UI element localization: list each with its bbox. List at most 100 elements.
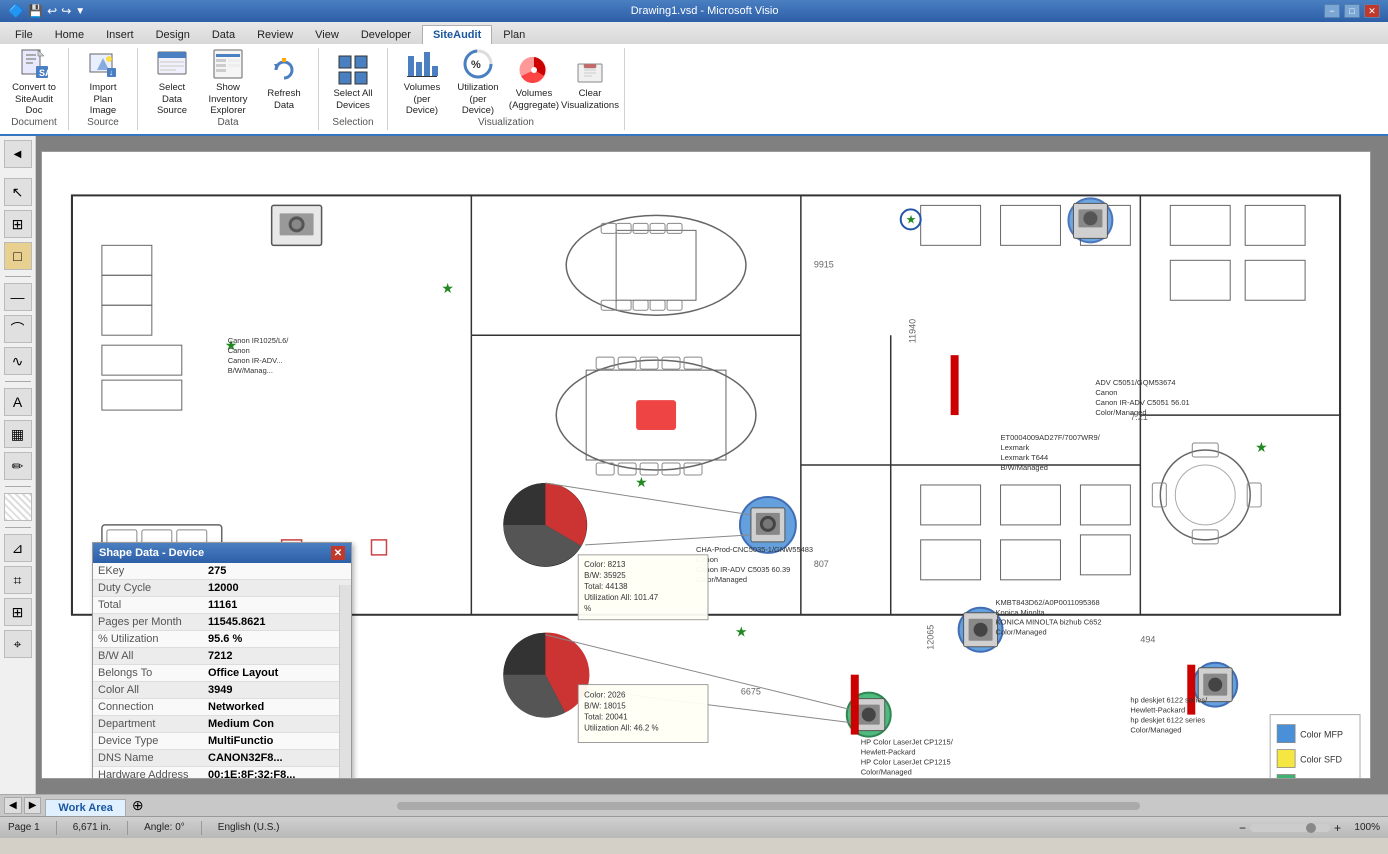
shape-data-value: 12000 bbox=[203, 580, 351, 597]
tab-scroll-left[interactable]: ◀ bbox=[4, 797, 22, 814]
drawing-area[interactable]: 11940 12065 9915 807 6675 494 7.21 bbox=[36, 136, 1388, 794]
utilization-button[interactable]: % Utilization(per Device) bbox=[452, 50, 504, 116]
import-label: ImportPlan Image bbox=[80, 82, 126, 116]
canvas[interactable]: 11940 12065 9915 807 6675 494 7.21 bbox=[41, 151, 1371, 779]
svg-text:Color/Managed: Color/Managed bbox=[1130, 726, 1181, 735]
shape-data-row: Hardware Address 00:1E:8F:32:F8... bbox=[93, 767, 351, 780]
clear-icon bbox=[574, 54, 606, 86]
tab-review[interactable]: Review bbox=[246, 25, 304, 44]
shape-data-row: EKey 275 bbox=[93, 563, 351, 580]
tool-pencil[interactable]: ✏ bbox=[4, 452, 32, 480]
tool-extra4[interactable]: ⌖ bbox=[4, 630, 32, 658]
tool-text[interactable]: A bbox=[4, 388, 32, 416]
svg-text:Lexmark: Lexmark bbox=[1001, 443, 1030, 452]
svg-text:Canon: Canon bbox=[228, 346, 250, 355]
qat-save[interactable]: 💾 bbox=[28, 4, 43, 18]
svg-text:B/W/Manag...: B/W/Manag... bbox=[228, 366, 273, 375]
tool-arc[interactable]: ⌒ bbox=[4, 315, 32, 343]
svg-text:Color: 2026: Color: 2026 bbox=[584, 691, 626, 700]
show-inventory-button[interactable]: Show InventoryExplorer bbox=[202, 50, 254, 116]
status-sep1 bbox=[56, 821, 57, 835]
tool-extra2[interactable]: ⌗ bbox=[4, 566, 32, 594]
shape-data-key: Total bbox=[93, 597, 203, 614]
qat-dropdown[interactable]: ▼ bbox=[75, 6, 85, 17]
maximize-button[interactable]: □ bbox=[1344, 4, 1360, 18]
page-tab-workarea[interactable]: Work Area bbox=[45, 799, 125, 816]
shape-data-value: 7212 bbox=[203, 648, 351, 665]
data-group-label: Data bbox=[217, 117, 238, 130]
convert-button[interactable]: SA Convert toSiteAudit Doc bbox=[8, 50, 60, 116]
shape-data-table: EKey 275 Duty Cycle 12000 Total 11161 bbox=[93, 563, 351, 779]
svg-text:6675: 6675 bbox=[741, 687, 761, 697]
tool-line[interactable]: — bbox=[4, 283, 32, 311]
svg-text:ET0004009AD27F/7007WR9/: ET0004009AD27F/7007WR9/ bbox=[1001, 433, 1101, 442]
close-button[interactable]: ✕ bbox=[1364, 4, 1380, 18]
tab-design[interactable]: Design bbox=[145, 25, 201, 44]
ribbon-group-document: SA Convert toSiteAudit Doc Document bbox=[0, 48, 69, 130]
svg-text:hp deskjet 6122 series: hp deskjet 6122 series bbox=[1130, 716, 1205, 725]
hscroll-track[interactable] bbox=[150, 795, 1388, 816]
tool-hatch[interactable] bbox=[4, 493, 32, 521]
svg-text:%: % bbox=[471, 59, 481, 71]
volumes-per-device-button[interactable]: Volumes(per Device) bbox=[396, 50, 448, 116]
select-data-button[interactable]: Select DataSource bbox=[146, 50, 198, 116]
svg-text:★: ★ bbox=[735, 624, 748, 640]
shape-data-key: B/W All bbox=[93, 648, 203, 665]
tab-home[interactable]: Home bbox=[44, 25, 95, 44]
qat-undo[interactable]: ↩ bbox=[47, 4, 57, 18]
svg-text:ADV C5051/GQM53674: ADV C5051/GQM53674 bbox=[1095, 378, 1175, 387]
tab-data[interactable]: Data bbox=[201, 25, 246, 44]
ribbon-group-source: ↓ ImportPlan Image Source bbox=[69, 48, 138, 130]
shape-data-close[interactable]: ✕ bbox=[331, 546, 345, 560]
angle-display: Angle: 0° bbox=[144, 822, 185, 833]
zoom-slider[interactable] bbox=[1250, 824, 1330, 832]
shape-data-key: Device Type bbox=[93, 733, 203, 750]
tab-file[interactable]: File bbox=[4, 25, 44, 44]
hscroll-thumb[interactable] bbox=[397, 802, 1140, 810]
show-inventory-icon bbox=[212, 48, 244, 80]
tool-shape[interactable]: □ bbox=[4, 242, 32, 270]
tool-freeform[interactable]: ∿ bbox=[4, 347, 32, 375]
select-all-label: Select AllDevices bbox=[333, 88, 372, 111]
minimize-button[interactable]: − bbox=[1324, 4, 1340, 18]
shape-data-key: % Utilization bbox=[93, 631, 203, 648]
tab-plan[interactable]: Plan bbox=[492, 25, 536, 44]
zoom-in-button[interactable]: + bbox=[1334, 821, 1341, 835]
ribbon-group-visualization: Volumes(per Device) % Utilization(per De… bbox=[388, 48, 625, 130]
refresh-button[interactable]: RefreshData bbox=[258, 50, 310, 116]
left-panel: ◀ ↖ ⊞ □ — ⌒ ∿ A ▦ ✏ ⊿ ⌗ ⊞ ⌖ bbox=[0, 136, 36, 794]
tool-extra1[interactable]: ⊿ bbox=[4, 534, 32, 562]
volumes-aggregate-button[interactable]: Volumes(Aggregate) bbox=[508, 50, 560, 116]
tab-scroll-right[interactable]: ▶ bbox=[24, 797, 42, 814]
status-sep3 bbox=[201, 821, 202, 835]
select-all-icon bbox=[337, 54, 369, 86]
shape-data-value: 11545.8621 bbox=[203, 614, 351, 631]
new-page-button[interactable]: ⊕ bbox=[126, 795, 150, 816]
svg-text:Utilization All: 46.2 %: Utilization All: 46.2 % bbox=[584, 724, 658, 733]
shape-data-row: Pages per Month 11545.8621 bbox=[93, 614, 351, 631]
tab-view[interactable]: View bbox=[304, 25, 350, 44]
svg-text:SA: SA bbox=[39, 68, 50, 78]
zoom-out-button[interactable]: − bbox=[1239, 821, 1246, 835]
collapse-panel-button[interactable]: ◀ bbox=[4, 140, 32, 168]
shape-data-value: Networked bbox=[203, 699, 351, 716]
shape-data-value: Office Layout bbox=[203, 665, 351, 682]
tab-insert[interactable]: Insert bbox=[95, 25, 145, 44]
select-all-button[interactable]: Select AllDevices bbox=[327, 50, 379, 116]
svg-text:HP Color LaserJet CP1215: HP Color LaserJet CP1215 bbox=[861, 758, 951, 767]
tab-siteaudit[interactable]: SiteAudit bbox=[422, 25, 492, 44]
main-area: ◀ ↖ ⊞ □ — ⌒ ∿ A ▦ ✏ ⊿ ⌗ ⊞ ⌖ bbox=[0, 136, 1388, 794]
import-button[interactable]: ↓ ImportPlan Image bbox=[77, 50, 129, 116]
svg-text:B/W: 35925: B/W: 35925 bbox=[584, 571, 626, 580]
qat-redo[interactable]: ↪ bbox=[61, 4, 71, 18]
tab-developer[interactable]: Developer bbox=[350, 25, 422, 44]
tool-pointer[interactable]: ↖ bbox=[4, 178, 32, 206]
tool-extra3[interactable]: ⊞ bbox=[4, 598, 32, 626]
tool-connector[interactable]: ⊞ bbox=[4, 210, 32, 238]
clear-button[interactable]: ClearVisualizations bbox=[564, 50, 616, 116]
shape-data-scrollbar[interactable] bbox=[339, 585, 351, 779]
select-data-label: Select DataSource bbox=[149, 82, 195, 116]
tool-stamp[interactable]: ▦ bbox=[4, 420, 32, 448]
zoom-level: 100% bbox=[1345, 822, 1380, 833]
zoom-thumb[interactable] bbox=[1306, 823, 1316, 833]
